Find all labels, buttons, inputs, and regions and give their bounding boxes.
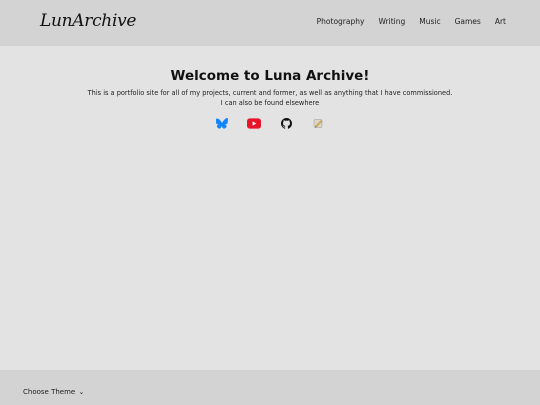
chevron-down-icon: ⌄ [78, 388, 85, 396]
site-logo[interactable]: LunArchive [32, 4, 136, 42]
youtube-icon [247, 117, 261, 129]
site-header: LunArchive Photography Writing Music Gam… [0, 0, 540, 46]
nav-photography[interactable]: Photography [317, 17, 365, 26]
bluesky-icon [216, 117, 228, 129]
site-footer: Choose Theme ⌄ [0, 370, 540, 405]
main-content: Welcome to Luna Archive! This is a portf… [0, 46, 540, 370]
nav-games[interactable]: Games [455, 17, 481, 26]
nav-art[interactable]: Art [495, 17, 506, 26]
bluesky-link[interactable] [215, 117, 229, 129]
page-title: Welcome to Luna Archive! [170, 68, 370, 84]
pencil-icon [313, 118, 322, 128]
logo-text: LunArchive [40, 11, 137, 31]
nav-writing[interactable]: Writing [378, 17, 405, 26]
choose-theme-label: Choose Theme [23, 388, 76, 396]
github-icon [280, 117, 292, 129]
social-links [0, 117, 540, 129]
main-nav: Photography Writing Music Games Art [317, 17, 506, 26]
site-description: This is a portfolio site for all of my p… [87, 89, 453, 97]
elsewhere-text: I can also be found elsewhere [220, 99, 320, 107]
nav-music[interactable]: Music [419, 17, 440, 26]
art-link[interactable] [311, 117, 325, 129]
github-link[interactable] [279, 117, 293, 129]
youtube-link[interactable] [247, 117, 261, 129]
choose-theme-button[interactable]: Choose Theme ⌄ [23, 388, 84, 396]
